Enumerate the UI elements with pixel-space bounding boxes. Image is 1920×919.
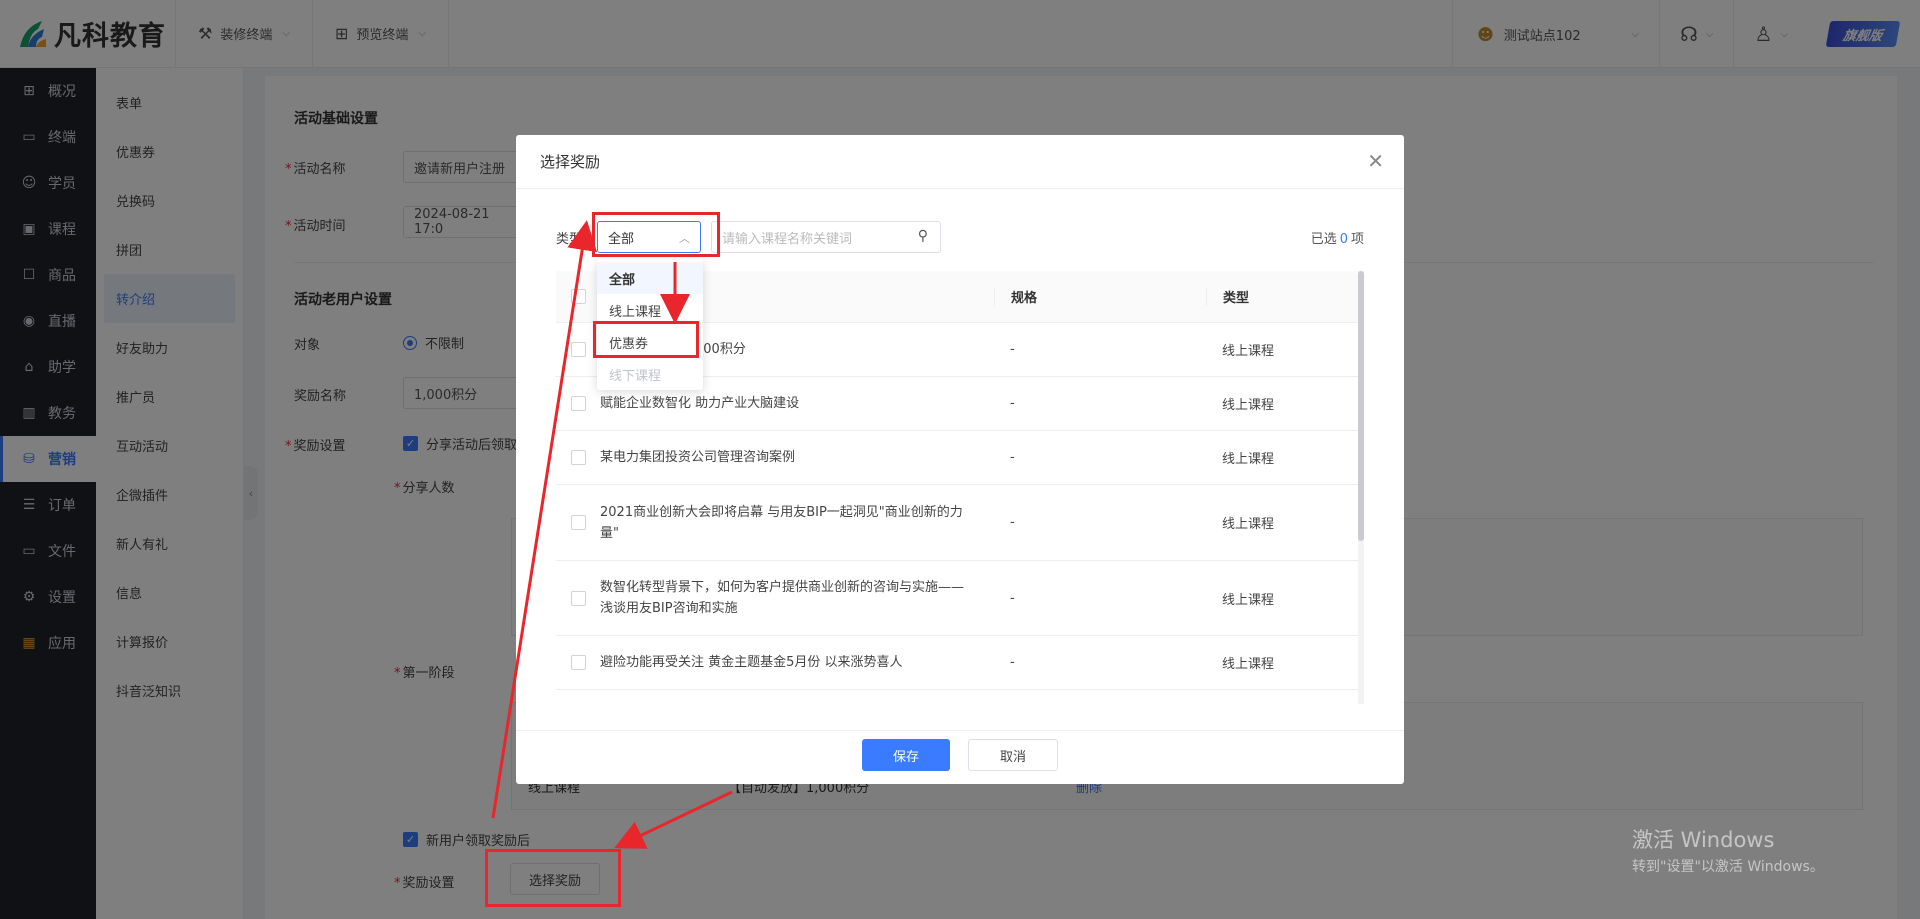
row-spec: - xyxy=(1010,450,1015,465)
course-search-input[interactable]: 请输入课程名称关键词 ⚲ xyxy=(711,221,941,253)
watermark-title: 激活 Windows xyxy=(1632,828,1775,852)
checkbox-icon xyxy=(570,289,586,304)
dropdown-option-offline-course: 线下课程 xyxy=(609,368,662,384)
row-name: 赋能企业数智化 助力产业大脑建设 xyxy=(600,396,800,411)
row-spec: - xyxy=(1010,342,1015,357)
row-name: 避险功能再受关注 黄金主题基金5月份 以来涨势喜人 xyxy=(600,655,903,670)
table-row[interactable]: 数智化转型背景下，如何为客户提供商业创新的咨询与实施——浅谈用友BIP咨询和实施… xyxy=(556,561,1358,636)
row-spec: - xyxy=(1010,396,1015,411)
row-type: 线上课程 xyxy=(1222,657,1275,672)
search-icon[interactable]: ⚲ xyxy=(918,228,928,244)
row-spec: - xyxy=(1010,655,1015,670)
selected-prefix: 已选 xyxy=(1310,232,1337,247)
dialog-footer xyxy=(516,730,1404,784)
close-icon[interactable]: ✕ xyxy=(1367,149,1384,173)
row-checkbox[interactable] xyxy=(556,396,600,411)
row-type: 线上课程 xyxy=(1222,398,1275,413)
header-spec: 规格 xyxy=(994,287,1206,306)
row-spec: - xyxy=(1010,515,1015,530)
annotation-choose-reward-box xyxy=(485,849,621,907)
checkbox-icon xyxy=(570,450,586,465)
checkbox-icon xyxy=(570,342,586,357)
checkbox-icon xyxy=(570,515,586,530)
dialog-title: 选择奖励 xyxy=(540,153,601,171)
selected-count: 已选 0 项 xyxy=(1311,228,1364,247)
checkbox-icon xyxy=(570,396,586,411)
row-type: 线上课程 xyxy=(1222,452,1275,467)
save-button[interactable]: 保存 xyxy=(862,739,950,771)
row-checkbox[interactable] xyxy=(556,450,600,465)
cancel-button[interactable]: 取消 xyxy=(968,739,1058,771)
row-checkbox[interactable] xyxy=(556,590,600,606)
selected-number: 0 xyxy=(1339,232,1348,247)
select-all-checkbox[interactable] xyxy=(556,289,600,304)
row-spec: - xyxy=(1010,590,1015,606)
row-checkbox[interactable] xyxy=(556,515,600,530)
row-checkbox[interactable] xyxy=(556,655,600,670)
row-type: 线上课程 xyxy=(1222,517,1275,532)
dialog-header: 选择奖励 xyxy=(516,135,1404,189)
checkbox-icon xyxy=(570,590,586,606)
table-row[interactable]: 避险功能再受关注 黄金主题基金5月份 以来涨势喜人 - 线上课程 xyxy=(556,636,1358,690)
scroll-thumb[interactable] xyxy=(1358,271,1364,541)
header-type: 类型 xyxy=(1206,287,1358,306)
watermark-subtitle: 转到"设置"以激活 Windows。 xyxy=(1632,859,1824,875)
row-name: 某电力集团投资公司管理咨询案例 xyxy=(600,450,796,465)
row-name: 2021商业创新大会即将启幕 与用友BIP一起洞见"商业创新的力量" xyxy=(600,504,963,541)
checkbox-icon xyxy=(570,655,586,670)
windows-activation-watermark: 激活 Windows 转到"设置"以激活 Windows。 xyxy=(1632,824,1824,876)
annotation-coupon-box xyxy=(593,321,699,358)
annotation-type-box xyxy=(592,212,720,257)
row-type: 线上课程 xyxy=(1222,592,1275,608)
dropdown-option-all[interactable]: 全部 xyxy=(597,262,703,294)
table-row[interactable]: 2021商业创新大会即将启幕 与用友BIP一起洞见"商业创新的力量" - 线上课… xyxy=(556,485,1358,561)
search-placeholder: 请输入课程名称关键词 xyxy=(722,231,853,247)
table-scrollbar[interactable] xyxy=(1358,271,1364,704)
selected-suffix: 项 xyxy=(1350,232,1364,247)
type-label: 类型: xyxy=(556,232,587,247)
row-type: 线上课程 xyxy=(1222,344,1275,359)
row-name: 数智化转型背景下，如何为客户提供商业创新的咨询与实施——浅谈用友BIP咨询和实施 xyxy=(600,580,965,616)
table-row[interactable]: 某电力集团投资公司管理咨询案例 - 线上课程 xyxy=(556,431,1358,485)
